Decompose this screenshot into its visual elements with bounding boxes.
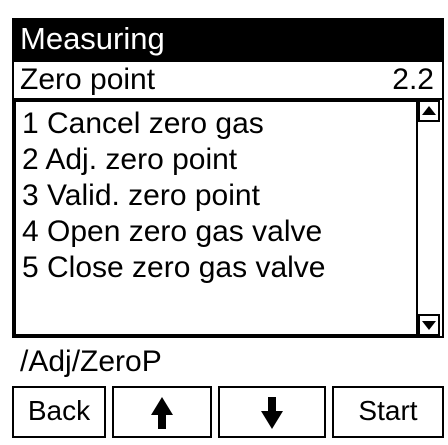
back-button-label: Back — [27, 395, 91, 426]
menu-frame: 1 Cancel zero gas 2 Adj. zero point 3 Va… — [12, 98, 444, 338]
parameter-row: Zero point 2.2 — [12, 62, 444, 98]
screen-title: Measuring — [20, 21, 165, 56]
start-button[interactable]: Start — [332, 386, 444, 438]
arrow-up-icon — [151, 396, 173, 429]
path-row: /Adj/ZeroP — [12, 338, 444, 386]
menu-path: /Adj/ZeroP — [20, 345, 162, 378]
title-bar: Measuring — [12, 18, 444, 62]
up-button[interactable] — [112, 386, 212, 438]
softkey-bar: Back Start — [12, 386, 444, 438]
menu-item-cancel-zero-gas[interactable]: 1 Cancel zero gas — [22, 106, 264, 142]
scroll-down-button[interactable] — [418, 314, 440, 336]
back-button[interactable]: Back — [12, 386, 106, 438]
menu-item-valid-zero-point[interactable]: 3 Valid. zero point — [22, 178, 260, 214]
scroll-up-button[interactable] — [418, 100, 440, 122]
triangle-up-icon — [422, 106, 436, 115]
arrow-down-icon — [261, 396, 283, 429]
down-button[interactable] — [218, 386, 326, 438]
parameter-value: 2.2 — [392, 63, 434, 96]
start-button-label: Start — [358, 395, 418, 426]
lcd-screen: Measuring Zero point 2.2 1 Cancel zero g… — [0, 0, 448, 445]
menu-list: 1 Cancel zero gas 2 Adj. zero point 3 Va… — [14, 100, 418, 336]
menu-item-close-zero-gas-valve[interactable]: 5 Close zero gas valve — [22, 250, 326, 286]
triangle-down-icon — [422, 321, 436, 330]
parameter-label: Zero point — [20, 63, 156, 96]
menu-item-adj-zero-point[interactable]: 2 Adj. zero point — [22, 142, 237, 178]
menu-scrollbar[interactable] — [418, 100, 442, 336]
menu-item-open-zero-gas-valve[interactable]: 4 Open zero gas valve — [22, 214, 322, 250]
